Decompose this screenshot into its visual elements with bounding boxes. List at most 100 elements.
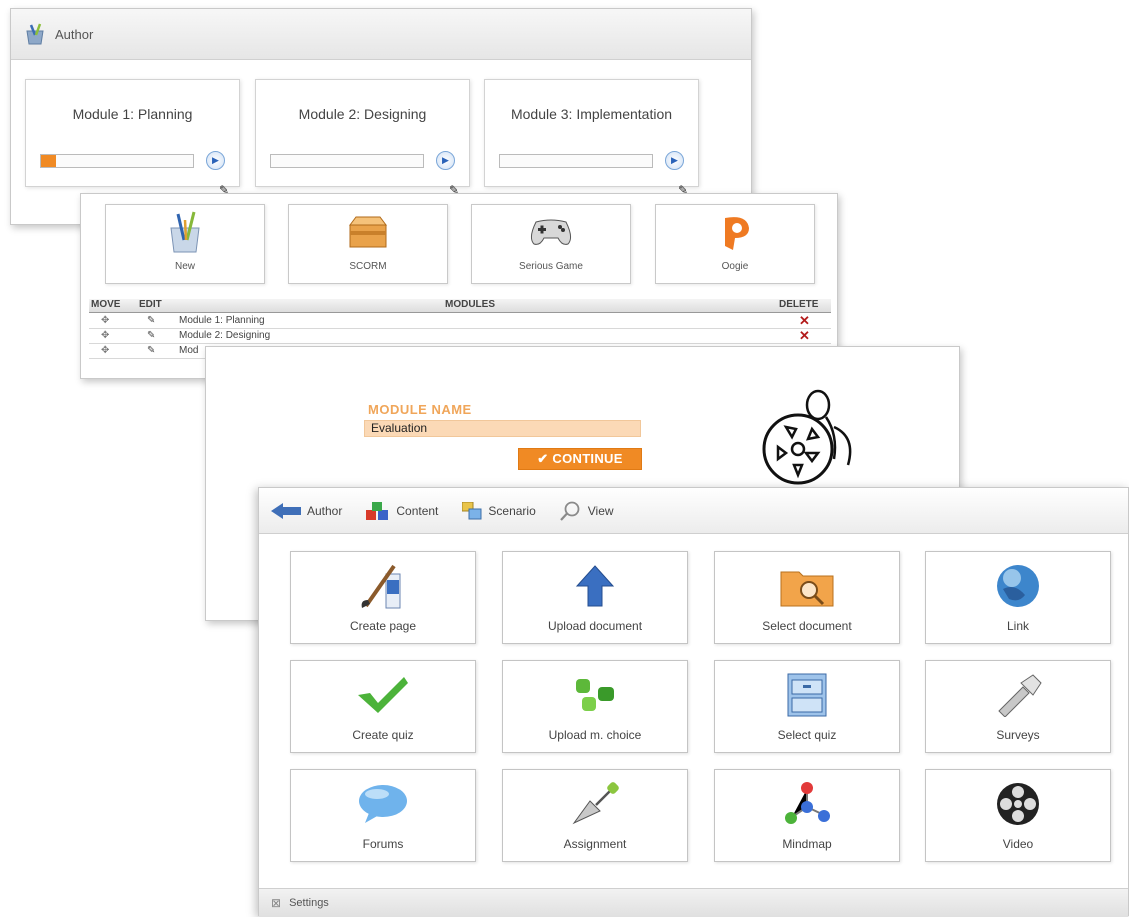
tool-label: Select quiz: [777, 728, 837, 742]
author-title: Author: [55, 26, 94, 42]
upload-arrow-icon: [503, 558, 687, 614]
column-move: MOVE: [91, 299, 121, 310]
toolbar-content-label: Content: [396, 503, 439, 518]
column-edit: EDIT: [139, 299, 162, 310]
toolbar-scenario[interactable]: Scenario: [462, 501, 536, 520]
tool-mindmap[interactable]: Mindmap: [714, 769, 900, 862]
tool-forums[interactable]: Forums: [290, 769, 476, 862]
tool-label: Link: [1006, 619, 1029, 633]
tool-video[interactable]: Video: [925, 769, 1111, 862]
module-row: ✥ ✎ Module 1: Planning ✕: [89, 314, 831, 329]
type-label: Serious Game: [519, 261, 583, 272]
module-list-header: MOVE EDIT MODULES DELETE: [89, 299, 831, 313]
tool-surveys[interactable]: Surveys: [925, 660, 1111, 753]
module-card[interactable]: Module 2: Designing ▶ ✎: [255, 79, 470, 197]
checkmark-icon: [291, 667, 475, 723]
pencil-icon[interactable]: ✎: [147, 315, 155, 326]
speech-bubble-icon: [291, 776, 475, 832]
film-character-illustration: [762, 389, 852, 485]
new-module-icon: [106, 209, 264, 255]
move-handle-icon[interactable]: ✥: [101, 330, 109, 341]
tool-label: Upload m. choice: [548, 728, 642, 742]
oogie-logo-icon: [656, 209, 814, 255]
tool-assignment[interactable]: Assignment: [502, 769, 688, 862]
type-label: New: [174, 261, 195, 272]
type-scorm-button[interactable]: SCORM: [288, 204, 448, 284]
module-card[interactable]: Module 1: Planning ▶ ✎: [25, 79, 240, 197]
tool-link[interactable]: Link: [925, 551, 1111, 644]
move-handle-icon[interactable]: ✥: [101, 345, 109, 356]
settings-label: Settings: [289, 897, 329, 909]
tool-label: Create page: [349, 619, 417, 633]
tool-create-quiz[interactable]: Create quiz: [290, 660, 476, 753]
content-blocks-icon: [366, 501, 389, 520]
scenario-icon: [462, 501, 482, 519]
tool-label: Mindmap: [782, 837, 832, 851]
progress-fill: [41, 155, 57, 167]
tool-select-quiz[interactable]: Select quiz: [714, 660, 900, 753]
upload-choice-icon: [503, 667, 687, 723]
trowel-icon: [503, 776, 687, 832]
flashlight-icon: [926, 667, 1110, 723]
type-serious-game-button[interactable]: Serious Game: [471, 204, 631, 284]
content-toolbar: Author Content Scenario View: [259, 488, 1128, 534]
module-card[interactable]: Module 3: Implementation ▶ ✎: [484, 79, 699, 197]
toolbar-author-label: Author: [307, 503, 343, 518]
module-row-name: Module 1: Planning: [179, 315, 265, 326]
play-icon[interactable]: ▶: [436, 151, 455, 170]
toolbar-author[interactable]: Author: [271, 502, 343, 519]
module-title: Module 1: Planning: [72, 106, 193, 122]
settings-icon: ⊠: [271, 896, 282, 910]
globe-icon: [926, 558, 1110, 614]
content-tools-panel: Author Content Scenario View Create page…: [258, 487, 1129, 917]
toolbar-view[interactable]: View: [559, 501, 614, 521]
module-progress-bar: [40, 154, 194, 168]
folder-search-icon: [715, 558, 899, 614]
module-progress-bar: [499, 154, 653, 168]
author-header: Author: [11, 9, 751, 60]
paint-brush-icon: [291, 558, 475, 614]
mindmap-icon: [715, 776, 899, 832]
toolbar-content[interactable]: Content: [366, 501, 439, 520]
type-label: SCORM: [349, 261, 387, 272]
settings-footer[interactable]: ⊠ Settings: [259, 888, 1128, 917]
tool-label: Assignment: [563, 837, 627, 851]
tool-select-document[interactable]: Select document: [714, 551, 900, 644]
delete-x-icon[interactable]: ✕: [799, 329, 810, 342]
module-title: Module 3: Implementation: [510, 106, 673, 122]
type-new-button[interactable]: New: [105, 204, 265, 284]
delete-x-icon[interactable]: ✕: [799, 314, 810, 327]
column-delete: DELETE: [779, 299, 819, 310]
check-icon: ✔: [537, 451, 549, 466]
pencil-icon[interactable]: ✎: [147, 345, 155, 356]
tool-upload-choice[interactable]: Upload m. choice: [502, 660, 688, 753]
continue-label: CONTINUE: [552, 451, 623, 466]
tool-label: Upload document: [547, 619, 643, 633]
column-modules: MODULES: [445, 299, 495, 310]
toolbar-scenario-label: Scenario: [488, 503, 536, 518]
toolbar-view-label: View: [587, 503, 614, 518]
tool-upload-document[interactable]: Upload document: [502, 551, 688, 644]
scorm-box-icon: [289, 209, 447, 255]
tool-label: Create quiz: [352, 728, 414, 742]
tool-create-page[interactable]: Create page: [290, 551, 476, 644]
move-handle-icon[interactable]: ✥: [101, 315, 109, 326]
gamepad-icon: [472, 209, 630, 255]
module-name-input[interactable]: Evaluation: [364, 420, 641, 437]
tool-label: Surveys: [996, 728, 1040, 742]
module-name-label: MODULE NAME: [368, 402, 472, 417]
module-row: ✥ ✎ Module 2: Designing ✕: [89, 329, 831, 344]
module-progress-bar: [270, 154, 424, 168]
module-row-name: Mod: [179, 345, 199, 356]
play-icon[interactable]: ▶: [665, 151, 684, 170]
author-logo-icon: [26, 23, 44, 45]
module-row-name: Module 2: Designing: [179, 330, 271, 341]
pencil-icon[interactable]: ✎: [147, 330, 155, 341]
continue-button[interactable]: ✔ CONTINUE: [518, 448, 642, 470]
play-icon[interactable]: ▶: [206, 151, 225, 170]
tool-label: Video: [1002, 837, 1034, 851]
tool-label: Select document: [762, 619, 852, 633]
type-oogie-button[interactable]: Oogie: [655, 204, 815, 284]
type-label: Oogie: [721, 261, 749, 272]
module-title: Module 2: Designing: [298, 106, 427, 122]
